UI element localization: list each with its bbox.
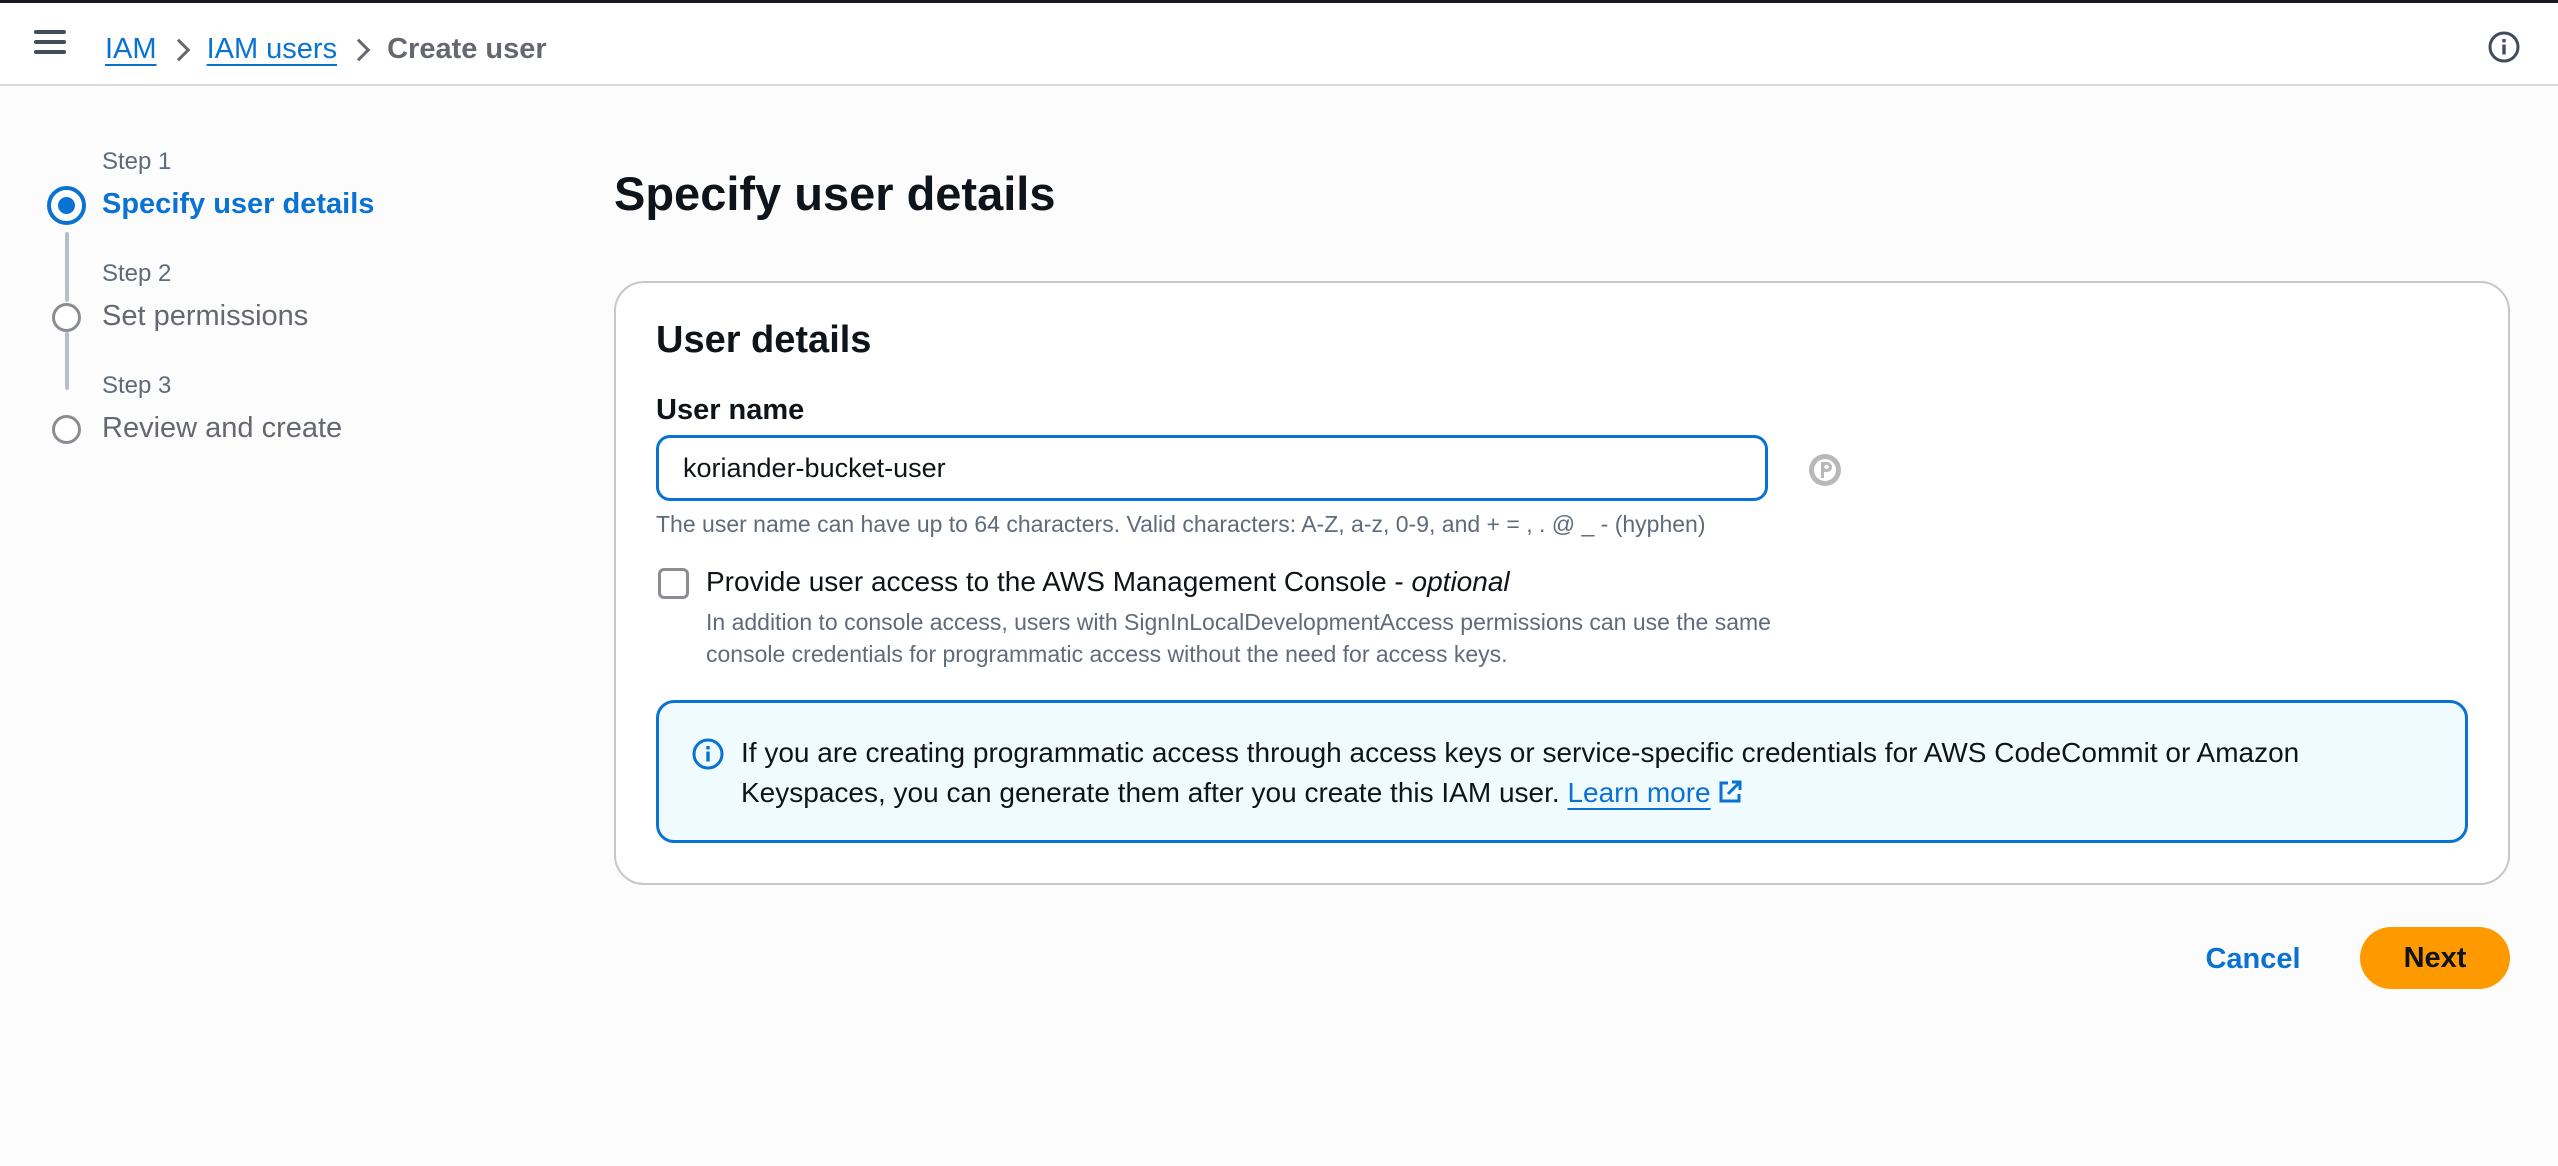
cancel-button[interactable]: Cancel — [2190, 928, 2316, 990]
password-manager-icon[interactable] — [1807, 452, 1843, 488]
console-access-checkbox[interactable] — [658, 568, 689, 599]
step-2-title: Set permissions — [102, 300, 309, 332]
alert-message: If you are creating programmatic access … — [741, 733, 2421, 813]
step-2-indicator-icon — [52, 303, 81, 332]
chevron-right-icon — [337, 34, 387, 64]
step-3-number: Step 3 — [102, 372, 172, 399]
external-link-icon — [1717, 776, 1743, 803]
step-connector-line — [65, 332, 69, 390]
chevron-right-icon — [157, 34, 207, 64]
info-circle-icon — [691, 737, 725, 771]
info-alert: If you are creating programmatic access … — [656, 700, 2468, 843]
next-button[interactable]: Next — [2360, 927, 2510, 989]
optional-tag: optional — [1411, 566, 1510, 597]
console-access-description: In addition to console access, users wit… — [706, 609, 1771, 667]
user-details-card: User details User name The user name can… — [614, 281, 2510, 885]
info-circle-icon[interactable] — [2487, 30, 2521, 64]
step-1-active-indicator-icon — [47, 186, 86, 225]
console-access-label-text: Provide user access to the AWS Managemen… — [706, 566, 1412, 597]
console-access-label[interactable]: Provide user access to the AWS Managemen… — [706, 566, 1510, 598]
step-3-title: Review and create — [102, 412, 343, 444]
breadcrumb-create-user: Create user — [387, 32, 547, 65]
breadcrumb: IAM IAM users Create user — [105, 31, 547, 67]
username-label: User name — [656, 394, 805, 426]
breadcrumb-iam[interactable]: IAM — [105, 33, 157, 66]
step-1-number: Step 1 — [102, 148, 172, 175]
breadcrumb-iam-users[interactable]: IAM users — [207, 33, 338, 66]
username-input[interactable] — [656, 435, 1768, 501]
step-connector-line — [65, 232, 69, 302]
step-1-title[interactable]: Specify user details — [102, 188, 374, 221]
hamburger-menu-icon[interactable] — [34, 30, 66, 58]
step-2-number: Step 2 — [102, 260, 172, 287]
top-navigation-bar: IAM IAM users Create user — [0, 0, 2558, 86]
card-title: User details — [656, 319, 872, 361]
username-constraint-text: The user name can have up to 64 characte… — [656, 511, 1706, 537]
step-3-indicator-icon — [52, 415, 81, 444]
alert-text: If you are creating programmatic access … — [741, 737, 2300, 808]
learn-more-link[interactable]: Learn more — [1567, 777, 1710, 808]
page-title: Specify user details — [614, 167, 1056, 220]
